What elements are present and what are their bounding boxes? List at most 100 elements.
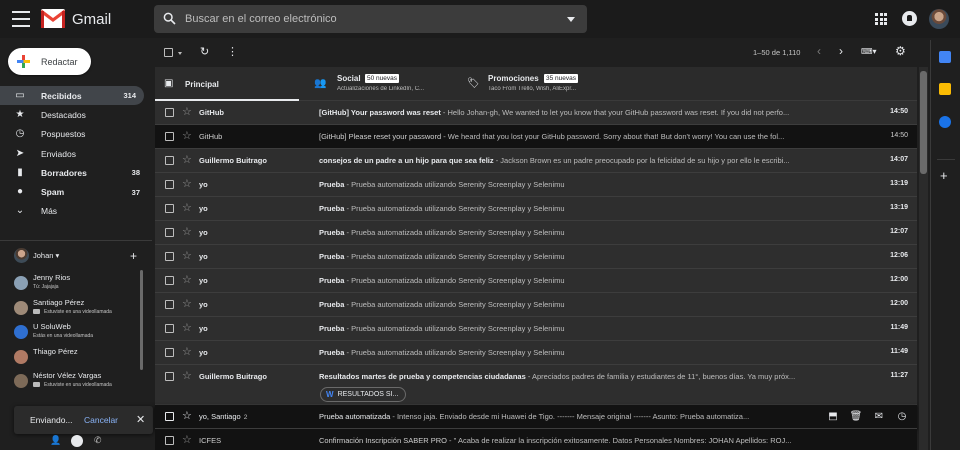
email-snippet: - Intenso jaja. Enviado desde mi Huawei …	[390, 412, 750, 421]
word-document-icon: W	[326, 390, 334, 399]
row-checkbox[interactable]	[165, 156, 174, 165]
row-checkbox[interactable]	[165, 436, 174, 445]
select-options-icon[interactable]	[178, 52, 182, 55]
star-icon[interactable]: ☆	[182, 409, 192, 422]
star-icon[interactable]: ☆	[182, 369, 192, 382]
star-icon[interactable]: ☆	[182, 129, 192, 142]
brand-name[interactable]: Gmail	[72, 11, 111, 28]
delete-icon[interactable]: 🗑	[849, 410, 863, 424]
email-row[interactable]: ☆ ICFES Confirmación Inscripción SABER PRO…	[155, 429, 917, 450]
contact-item[interactable]: Santiago Pérez Estuviste en una videollam…	[14, 297, 138, 321]
sidebar-item-more[interactable]: ⌄ Más	[0, 202, 148, 221]
email-row[interactable]: ☆ yo Prueba - Prueba automatizada utilizan…	[155, 293, 917, 317]
star-icon[interactable]: ☆	[182, 201, 192, 214]
close-icon[interactable]: ✕	[136, 413, 145, 426]
tab-social[interactable]: 👥 Social 50 nuevas Actualizaciones de Li…	[310, 67, 455, 101]
pagination-range[interactable]: 1–50 de 1,110	[753, 48, 800, 57]
toast-cancel-button[interactable]: Cancelar	[84, 415, 118, 425]
star-icon[interactable]: ☆	[182, 273, 192, 286]
email-subject: [GitHub] Your password was reset	[319, 108, 441, 117]
row-checkbox[interactable]	[165, 252, 174, 261]
compose-button[interactable]: Redactar	[8, 48, 91, 75]
email-row[interactable]: ☆ GitHub [GitHub] Your password was reset …	[155, 101, 917, 125]
add-addon-icon[interactable]: +	[940, 168, 948, 183]
more-options-icon[interactable]: ⋮	[227, 45, 238, 58]
search-input[interactable]: Buscar en el correo electrónico	[185, 13, 337, 25]
email-row[interactable]: ☆ yo Prueba - Prueba automatizada utilizan…	[155, 245, 917, 269]
next-page-icon[interactable]: ›	[839, 44, 843, 58]
sidebar-item-spam[interactable]: ● Spam 37	[0, 182, 148, 201]
tab-principal[interactable]: ▣ Principal	[155, 67, 299, 101]
phone-icon[interactable]: ✆	[94, 435, 102, 446]
sidebar-item-count: 38	[131, 168, 140, 178]
sidebar-item-snoozed[interactable]: ◷ Pospuestos	[0, 125, 148, 144]
star-icon[interactable]: ☆	[182, 297, 192, 310]
email-row[interactable]: ☆ yo Prueba - Prueba automatizada utilizan…	[155, 197, 917, 221]
email-row[interactable]: ☆ Guillermo Buitrago Resultados martes de …	[155, 365, 917, 405]
main-menu-icon[interactable]	[12, 11, 30, 27]
search-icon[interactable]	[163, 12, 176, 25]
star-icon[interactable]: ☆	[182, 345, 192, 358]
search-bar[interactable]: Buscar en el correo electrónico	[154, 5, 587, 33]
list-scrollbar-thumb[interactable]	[920, 71, 927, 174]
contact-item[interactable]: U SoluWeb Estás en una videollamada	[14, 321, 138, 345]
select-all-checkbox[interactable]	[164, 48, 173, 57]
contact-item[interactable]: Néstor Vélez Vargas Estuviste en una vide…	[14, 370, 138, 394]
star-icon[interactable]: ☆	[182, 153, 192, 166]
account-avatar[interactable]	[929, 9, 949, 29]
contacts-scrollbar[interactable]	[140, 270, 143, 370]
row-checkbox[interactable]	[165, 412, 174, 421]
sidebar-item-inbox[interactable]: ▭ Recibidos 314	[0, 86, 144, 106]
star-icon[interactable]: ☆	[182, 225, 192, 238]
contact-item[interactable]: Jenny Rios Tú: Jajajaja	[14, 272, 138, 296]
tasks-icon[interactable]	[939, 116, 951, 128]
email-row[interactable]: ☆ Guillermo Buitrago consejos de un padre …	[155, 149, 917, 173]
mark-unread-icon[interactable]: ✉	[872, 410, 886, 424]
email-row[interactable]: ☆ yo Prueba - Prueba automatizada utilizan…	[155, 269, 917, 293]
star-icon[interactable]: ☆	[182, 321, 192, 334]
email-row[interactable]: ☆ GitHub [GitHub] Please reset your passwo…	[155, 125, 917, 149]
row-checkbox[interactable]	[165, 180, 174, 189]
sidebar-item-drafts[interactable]: ▮ Borradores 38	[0, 163, 148, 182]
row-checkbox[interactable]	[165, 108, 174, 117]
calendar-icon[interactable]	[939, 51, 951, 63]
star-icon[interactable]: ☆	[182, 433, 192, 446]
contact-item[interactable]: Thiago Pérez	[14, 346, 138, 370]
email-row[interactable]: ☆ yo Prueba - Prueba automatizada utilizan…	[155, 341, 917, 365]
star-icon[interactable]: ☆	[182, 105, 192, 118]
gear-icon[interactable]: ⚙	[895, 44, 906, 58]
star-icon[interactable]: ☆	[182, 249, 192, 262]
row-checkbox[interactable]	[165, 300, 174, 309]
row-checkbox[interactable]	[165, 324, 174, 333]
input-tools-icon[interactable]: ⌨▾	[861, 47, 877, 56]
previous-page-icon[interactable]: ‹	[817, 44, 821, 58]
refresh-icon[interactable]: ↻	[200, 45, 209, 58]
row-checkbox[interactable]	[165, 204, 174, 213]
row-checkbox[interactable]	[165, 228, 174, 237]
person-icon[interactable]: 👤	[50, 435, 61, 446]
email-row[interactable]: ☆ yo Prueba - Prueba automatizada utilizan…	[155, 221, 917, 245]
attachment-chip[interactable]: W RESULTADOS SI...	[320, 387, 407, 402]
sidebar-item-starred[interactable]: ★ Destacados	[0, 105, 148, 124]
row-checkbox[interactable]	[165, 276, 174, 285]
row-checkbox[interactable]	[165, 132, 174, 141]
row-checkbox[interactable]	[165, 372, 174, 381]
hangouts-icon[interactable]	[71, 435, 83, 447]
tab-promociones[interactable]: 🏷 Promociones 35 nuevas Taco From Trello…	[464, 67, 609, 101]
notifications-icon[interactable]	[902, 11, 917, 26]
star-icon[interactable]: ☆	[182, 177, 192, 190]
email-row[interactable]: ☆ yo, Santiago 2 Prueba automatizada - Inte…	[155, 405, 917, 429]
google-apps-icon[interactable]	[875, 13, 887, 25]
search-options-icon[interactable]	[567, 17, 575, 22]
add-contact-icon[interactable]: +	[130, 249, 137, 263]
email-row[interactable]: ☆ yo Prueba - Prueba automatizada utilizan…	[155, 173, 917, 197]
sidebar-item-sent[interactable]: ➤ Enviados	[0, 144, 148, 163]
sender-name: yo	[199, 324, 208, 333]
gmail-logo-icon[interactable]	[41, 9, 65, 28]
email-row[interactable]: ☆ yo Prueba - Prueba automatizada utilizan…	[155, 317, 917, 341]
keep-icon[interactable]	[939, 83, 951, 95]
email-snippet: - Prueba automatizada utilizando Serenit…	[344, 324, 565, 333]
archive-icon[interactable]: ⬒	[826, 410, 840, 424]
row-checkbox[interactable]	[165, 348, 174, 357]
snooze-icon[interactable]: ◷	[895, 410, 909, 424]
